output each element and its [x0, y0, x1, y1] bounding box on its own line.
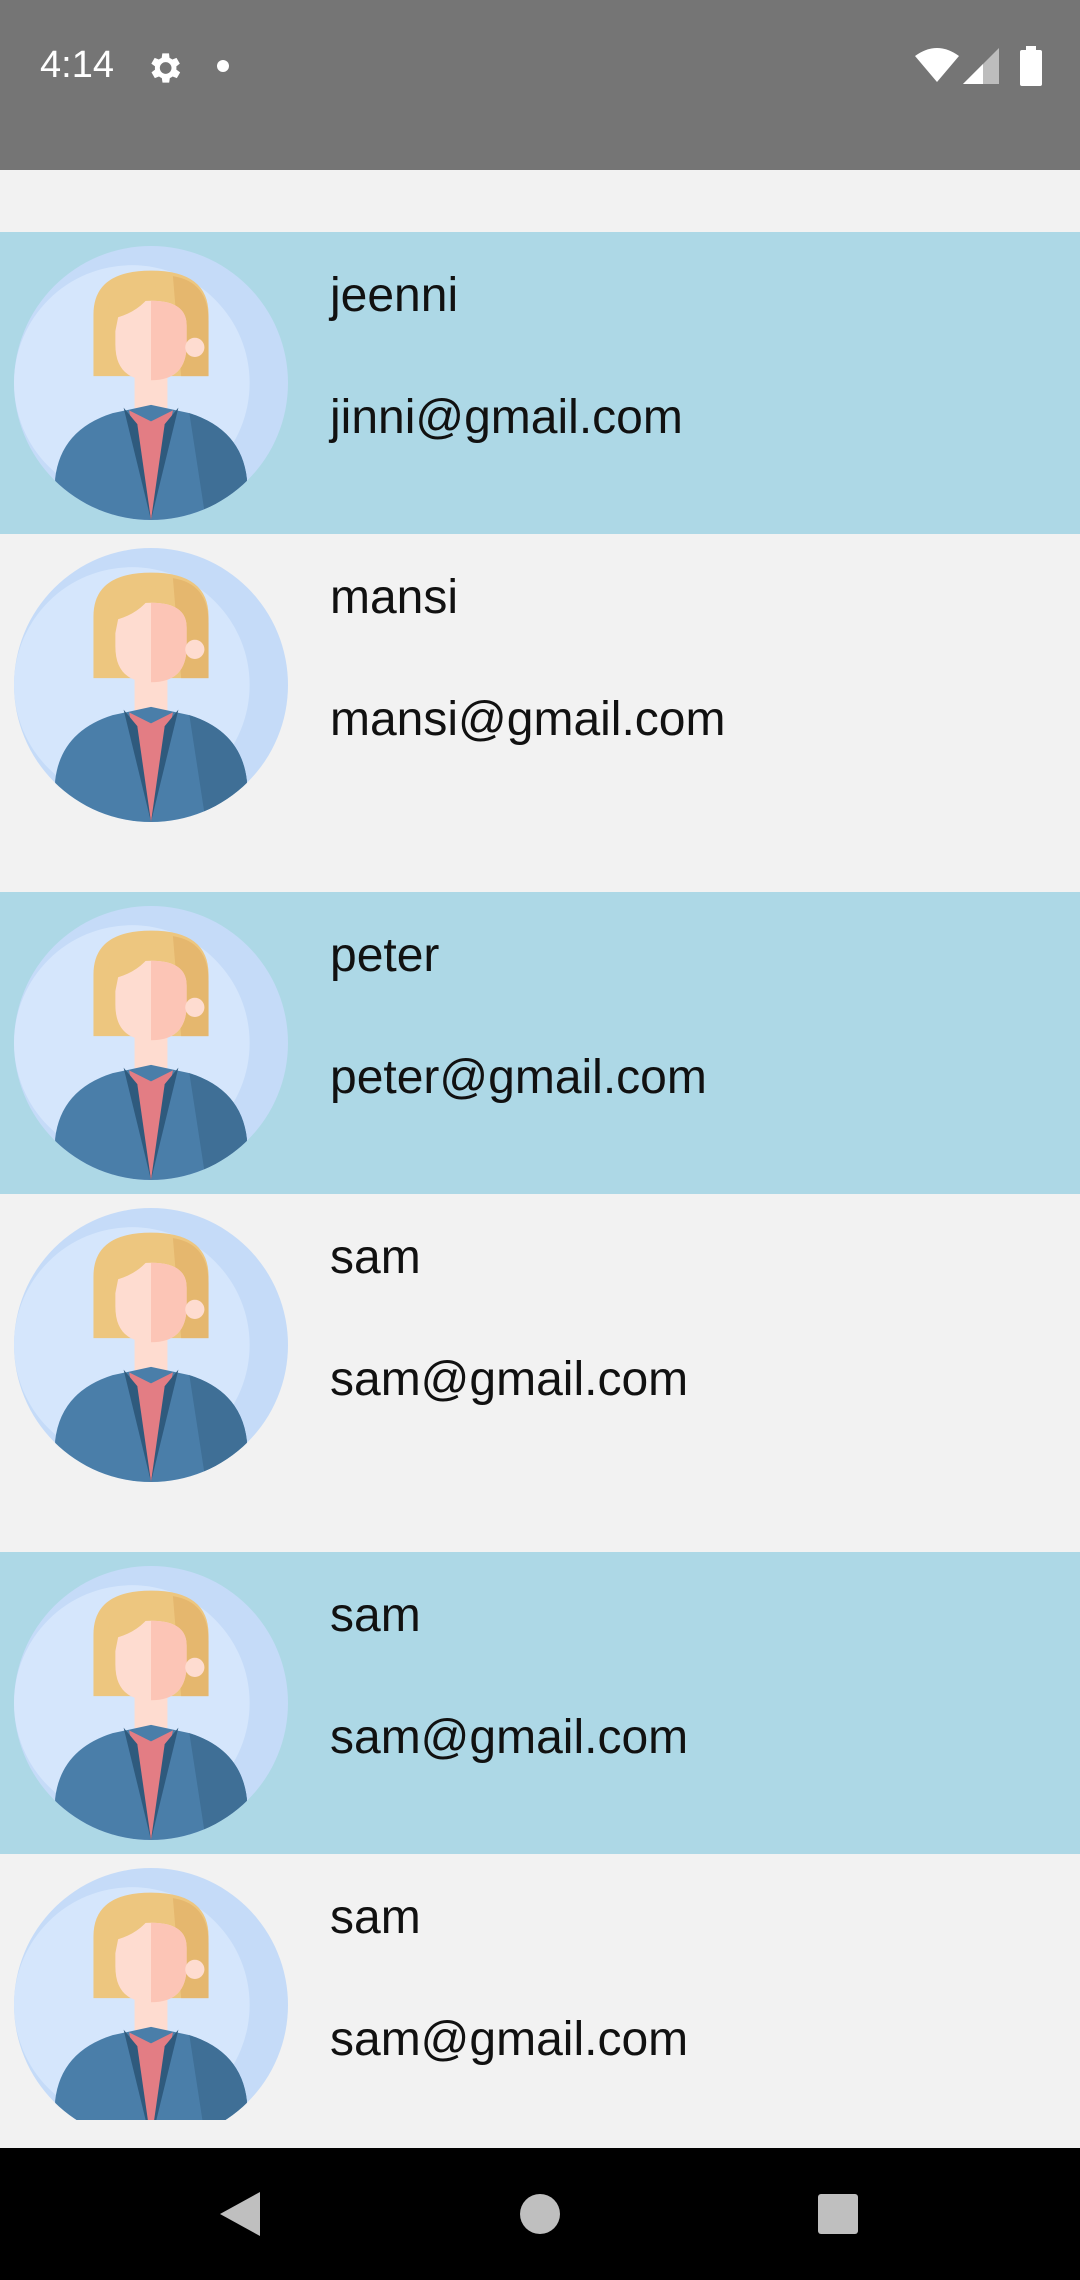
- navigation-bar: [0, 2148, 1080, 2280]
- contact-row[interactable]: peter peter@gmail.com: [0, 892, 1080, 1194]
- avatar-icon: [14, 246, 288, 520]
- notification-dot-icon: [217, 60, 229, 72]
- avatar-icon: [14, 1566, 288, 1840]
- contact-name: mansi: [330, 571, 459, 624]
- avatar-icon: [14, 1868, 288, 2120]
- contact-row[interactable]: mansi mansi@gmail.com: [0, 534, 1080, 892]
- contact-email: sam@gmail.com: [330, 1353, 689, 1406]
- wifi-icon: [915, 48, 959, 82]
- contact-row[interactable]: sam sam@gmail.com: [0, 1194, 1080, 1552]
- contact-row[interactable]: jeenni jinni@gmail.com: [0, 232, 1080, 534]
- contact-name: sam: [330, 1891, 421, 1944]
- contact-email: jinni@gmail.com: [330, 391, 683, 444]
- contact-email: peter@gmail.com: [330, 1051, 707, 1104]
- status-time: 4:14: [40, 44, 114, 86]
- battery-icon: [1020, 46, 1042, 86]
- contact-list[interactable]: jeenni jinni@gmail.com mansi mansi@gmail.c…: [0, 232, 1080, 2120]
- contact-name: jeenni: [330, 269, 459, 322]
- signal-icon: [963, 48, 999, 84]
- recents-icon[interactable]: [802, 2178, 874, 2250]
- contact-name: peter: [330, 929, 440, 982]
- contact-row[interactable]: sam sam@gmail.com: [0, 1552, 1080, 1854]
- gear-icon: [151, 53, 181, 83]
- home-icon[interactable]: [504, 2178, 576, 2250]
- contact-name: sam: [330, 1589, 421, 1642]
- avatar-icon: [14, 906, 288, 1180]
- contact-name: sam: [330, 1231, 421, 1284]
- contact-email: sam@gmail.com: [330, 2013, 689, 2066]
- back-icon[interactable]: [204, 2178, 276, 2250]
- avatar-icon: [14, 1208, 288, 1482]
- status-bar: 4:14: [0, 0, 1080, 170]
- avatar-icon: [14, 548, 288, 822]
- contact-row[interactable]: sam sam@gmail.com: [0, 1854, 1080, 2120]
- contact-email: mansi@gmail.com: [330, 693, 726, 746]
- contact-email: sam@gmail.com: [330, 1711, 689, 1764]
